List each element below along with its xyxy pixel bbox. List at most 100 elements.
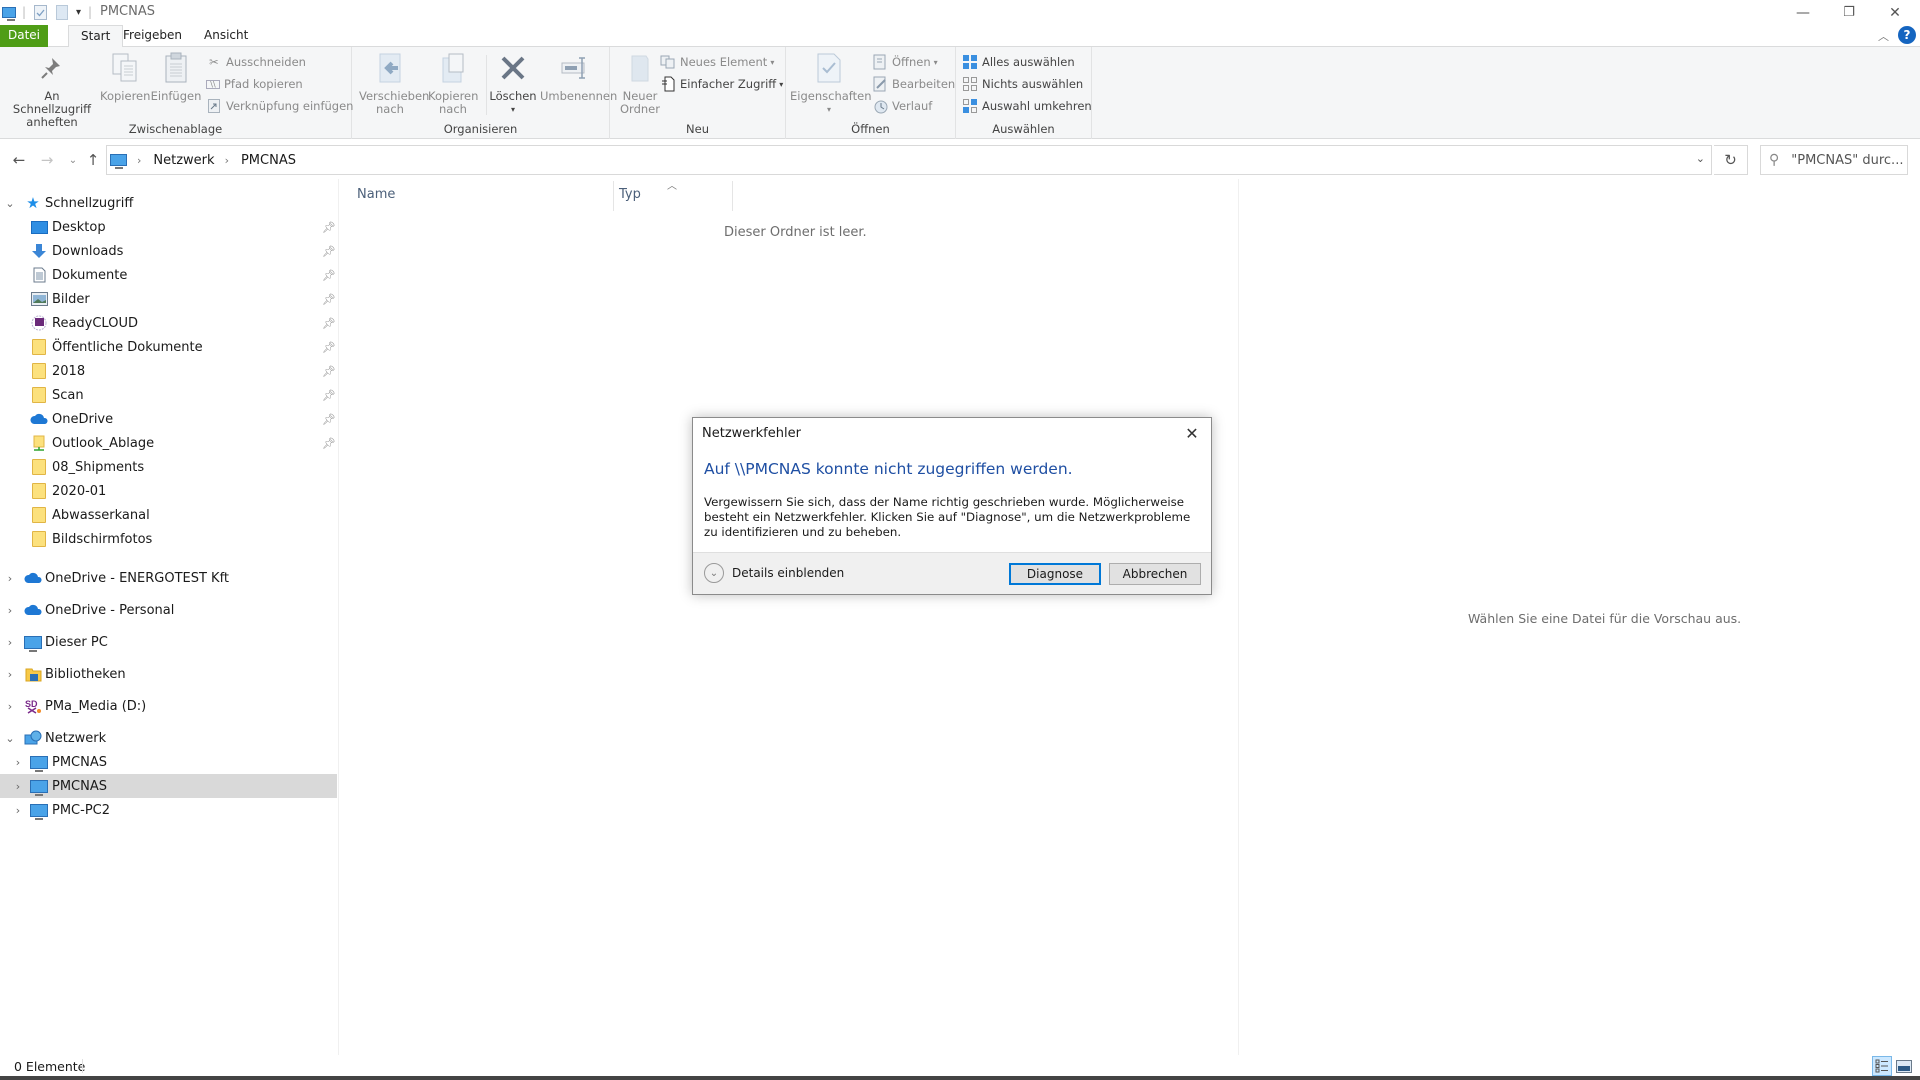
delete-dropdown-caret[interactable]: ▾ — [482, 103, 544, 116]
close-button[interactable]: ✕ — [1872, 0, 1918, 25]
sidebar-item-readycloud[interactable]: ReadyCLOUD 📌︎ — [0, 311, 337, 335]
sidebar-item-2018[interactable]: 2018 📌︎ — [0, 359, 337, 383]
sidebar-item-schnellzugriff[interactable]: ⌄ ★ Schnellzugriff — [0, 191, 337, 215]
up-button[interactable]: ↑ — [84, 151, 102, 169]
chevron-down-icon[interactable]: ⌄ — [4, 197, 16, 210]
forward-button[interactable]: → — [38, 151, 56, 169]
chevron-right-icon[interactable]: › — [4, 572, 16, 585]
chevron-right-icon[interactable]: › — [12, 804, 24, 817]
navigation-pane: ⌄ ★ Schnellzugriff Desktop 📌︎ Downloads 📌︎ D… — [0, 179, 339, 1055]
sidebar-item-network-computer[interactable]: › PMCNAS — [0, 774, 337, 798]
sidebar-item-öffentliche-dokumente[interactable]: Öffentliche Dokumente 📌︎ — [0, 335, 337, 359]
select-all-button[interactable]: Alles auswählen — [962, 52, 1075, 72]
diagnose-button[interactable]: Diagnose — [1009, 563, 1101, 585]
sidebar-item-2020-01[interactable]: 2020-01 — [0, 479, 337, 503]
sidebar-item-abwasserkanal[interactable]: Abwasserkanal — [0, 503, 337, 527]
delete-button[interactable]: Löschen ▾ — [482, 52, 544, 116]
sidebar-item-08-shipments[interactable]: 08_Shipments — [0, 455, 337, 479]
rename-button[interactable]: Umbenennen — [540, 52, 617, 103]
pin-icon[interactable]: 📌︎ — [322, 341, 336, 354]
copy-path-button[interactable]: \\ Pfad kopieren — [206, 74, 303, 94]
recent-locations-button[interactable]: ⌄ — [64, 151, 82, 169]
group-open: Eigenschaften ▾ Öffnen ▾ Bearbeiten Verla… — [786, 47, 956, 139]
open-button[interactable]: Öffnen ▾ — [872, 52, 938, 72]
paste-shortcut-button[interactable]: Verknüpfung einfügen — [206, 96, 353, 116]
select-none-button[interactable]: Nichts auswählen — [962, 74, 1083, 94]
column-header-name[interactable]: Name — [357, 187, 395, 202]
history-button[interactable]: Verlauf — [872, 96, 932, 116]
cut-button[interactable]: ✂ Ausschneiden — [206, 52, 306, 72]
pin-icon[interactable]: 📌︎ — [322, 389, 336, 402]
sidebar-item-bildschirmfotos[interactable]: Bildschirmfotos — [0, 527, 337, 551]
sidebar-item-network-computer[interactable]: › PMCNAS — [0, 750, 337, 774]
invert-selection-button[interactable]: Auswahl umkehren — [962, 96, 1092, 116]
sidebar-item-bibliotheken[interactable]: › Bibliotheken — [0, 662, 337, 686]
column-divider[interactable] — [613, 181, 614, 211]
refresh-button[interactable]: ↻ — [1714, 145, 1748, 175]
minimize-button[interactable]: — — [1780, 0, 1826, 25]
help-icon[interactable]: ? — [1898, 26, 1916, 44]
details-view-button[interactable] — [1872, 1056, 1892, 1076]
sidebar-item-outlook-ablage[interactable]: Outlook_Ablage 📌︎ — [0, 431, 337, 455]
new-folder-quick-icon[interactable] — [56, 3, 68, 21]
show-details-toggle[interactable]: ⌄ Details einblenden — [704, 563, 844, 583]
chevron-down-icon[interactable]: ⌄ — [4, 732, 16, 745]
chevron-right-icon[interactable]: › — [12, 756, 24, 769]
breadcrumb-netzwerk[interactable]: Netzwerk — [153, 153, 214, 168]
easy-access-button[interactable]: Einfacher Zugriff ▾ — [660, 74, 783, 94]
sidebar-item-scan[interactable]: Scan 📌︎ — [0, 383, 337, 407]
chevron-right-icon[interactable]: › — [12, 780, 24, 793]
tab-freigeben[interactable]: Freigeben — [111, 25, 194, 47]
sidebar-item-netzwerk[interactable]: ⌄ Netzwerk — [0, 726, 337, 750]
address-bar[interactable]: › Netzwerk › PMCNAS ⌄ — [106, 145, 1712, 175]
sidebar-item-bilder[interactable]: Bilder 📌︎ — [0, 287, 337, 311]
paste-button[interactable]: Einfügen — [150, 52, 202, 103]
pin-icon[interactable]: 📌︎ — [322, 269, 336, 282]
group-organize: Verschieben nach Kopieren nach Löschen ▾… — [352, 47, 617, 139]
chevron-right-icon[interactable]: › — [4, 668, 16, 681]
maximize-button[interactable]: ❐ — [1826, 0, 1872, 25]
search-input[interactable]: ⚲ "PMCNAS" durc... — [1760, 145, 1908, 175]
chevron-right-icon[interactable]: › — [4, 604, 16, 617]
back-button[interactable]: ← — [10, 151, 28, 169]
tab-datei[interactable]: Datei — [0, 25, 48, 47]
sidebar-item-dokumente[interactable]: Dokumente 📌︎ — [0, 263, 337, 287]
tab-ansicht[interactable]: Ansicht — [192, 25, 260, 47]
cancel-button[interactable]: Abbrechen — [1109, 563, 1201, 585]
pin-icon[interactable]: 📌︎ — [322, 317, 336, 330]
large-icons-view-button[interactable] — [1894, 1056, 1914, 1076]
sidebar-item-onedrive-energotest-kft[interactable]: › OneDrive - ENERGOTEST Kft — [0, 566, 337, 590]
dialog-close-button[interactable]: ✕ — [1177, 420, 1207, 446]
copy-button[interactable]: Kopieren — [100, 52, 150, 103]
sidebar-item-onedrive[interactable]: OneDrive 📌︎ — [0, 407, 337, 431]
sidebar-item-onedrive-personal[interactable]: › OneDrive - Personal — [0, 598, 337, 622]
sidebar-item-pma-media-d-[interactable]: › SD PMa_Media (D:) — [0, 694, 337, 718]
pin-icon[interactable]: 📌︎ — [322, 437, 336, 450]
new-item-button[interactable]: Neues Element ▾ — [660, 52, 774, 72]
breadcrumb-pmcnas[interactable]: PMCNAS — [241, 153, 296, 168]
column-divider[interactable] — [732, 181, 733, 211]
explorer-app-icon[interactable] — [2, 3, 16, 21]
minimize-ribbon-icon[interactable]: ︿ — [1878, 28, 1889, 44]
chevron-right-icon[interactable]: › — [4, 636, 16, 649]
new-folder-button[interactable]: Neuer Ordner — [616, 52, 664, 116]
sidebar-item-network-computer[interactable]: › PMC-PC2 — [0, 798, 337, 822]
sidebar-item-downloads[interactable]: Downloads 📌︎ — [0, 239, 337, 263]
properties-button[interactable]: Eigenschaften ▾ — [790, 52, 872, 116]
sidebar-item-desktop[interactable]: Desktop 📌︎ — [0, 215, 337, 239]
pin-quick-access-button[interactable]: An Schnellzugriff anheften — [4, 52, 100, 129]
sidebar-item-dieser-pc[interactable]: › Dieser PC — [0, 630, 337, 654]
pin-icon[interactable]: 📌︎ — [322, 245, 336, 258]
pin-icon[interactable]: 📌︎ — [322, 365, 336, 378]
pin-icon[interactable]: 📌︎ — [322, 221, 336, 234]
properties-quick-icon[interactable] — [34, 3, 47, 21]
move-to-button[interactable]: Verschieben nach — [356, 52, 429, 116]
customize-quick-access-icon[interactable]: ▾ — [76, 3, 81, 21]
chevron-right-icon[interactable]: › — [4, 700, 16, 713]
copy-to-button[interactable]: Kopieren nach — [424, 52, 482, 116]
column-header-typ[interactable]: Typ — [619, 187, 641, 202]
pin-icon[interactable]: 📌︎ — [322, 293, 336, 306]
edit-button[interactable]: Bearbeiten — [872, 74, 955, 94]
address-dropdown-icon[interactable]: ⌄ — [1696, 152, 1705, 165]
pin-icon[interactable]: 📌︎ — [322, 413, 336, 426]
